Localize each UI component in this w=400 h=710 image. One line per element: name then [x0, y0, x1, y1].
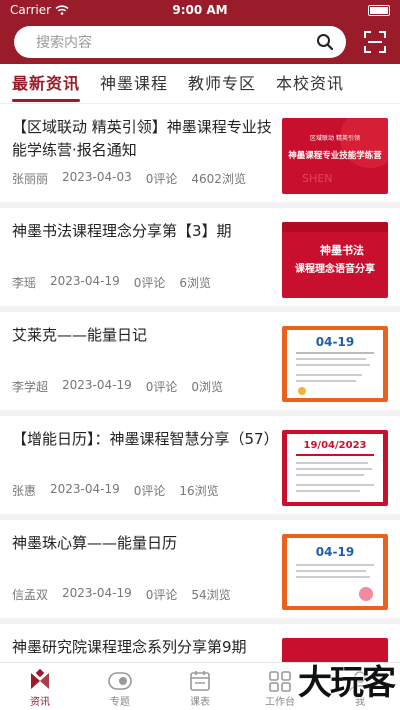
list-item[interactable]: 神墨珠心算——能量日历 信孟双 2023-04-19 0评论 54浏览 04-1…	[0, 520, 400, 624]
tabbar-label: 工作台	[265, 697, 295, 708]
article-comments: 0评论	[145, 172, 178, 186]
app-header: Carrier 9:00 AM 搜索内容	[0, 0, 400, 64]
tabbar-label: 课表	[190, 697, 210, 708]
tab-shenmo-courses[interactable]: 神墨课程	[100, 64, 168, 104]
article-date: 2023-04-19	[62, 586, 132, 600]
scan-button[interactable]	[346, 31, 386, 53]
tabbar-item-topic[interactable]: 专题	[80, 663, 160, 710]
thumbnail-image: 神墨书法 课程理念语音分享	[282, 222, 388, 298]
search-icon[interactable]	[316, 33, 334, 51]
tab-teacher-zone[interactable]: 教师专区	[188, 64, 256, 104]
tab-latest-news[interactable]: 最新资讯	[12, 64, 81, 104]
svg-text:19/04/2023: 19/04/2023	[304, 440, 367, 451]
svg-text:04-19: 04-19	[316, 335, 354, 349]
article-views: 54浏览	[191, 588, 231, 602]
thumbnail-image: 04-19	[282, 534, 388, 610]
article-thumbnail[interactable]: 神墨书法 课程理念语音分享	[282, 222, 388, 298]
article-meta: 李瑶 2023-04-19 0评论 6浏览	[12, 274, 211, 291]
article-author: 信孟双	[12, 588, 49, 602]
article-comments: 0评论	[133, 484, 166, 498]
article-views: 6浏览	[179, 276, 212, 290]
thumbnail-image: 区域联动 精英引领 神墨课程专业技能学练营 SHEN	[282, 118, 388, 194]
topic-icon	[108, 672, 132, 690]
article-author: 张丽丽	[12, 172, 49, 186]
article-title: 神墨珠心算——能量日历	[12, 534, 178, 552]
battery-icon	[368, 4, 390, 16]
article-date: 2023-04-19	[62, 378, 132, 392]
article-title: 【区域联动 精英引领】神墨课程专业技能学练营·报名通知	[12, 118, 272, 159]
article-list: 【区域联动 精英引领】神墨课程专业技能学练营·报名通知 张丽丽 2023-04-…	[0, 104, 400, 662]
watermark-logo: 大玩客	[298, 663, 396, 703]
article-thumbnail[interactable]: 区域联动 精英引领 神墨课程专业技能学练营 SHEN	[282, 118, 388, 194]
search-input[interactable]: 搜索内容	[14, 26, 346, 58]
article-date: 2023-04-03	[62, 170, 132, 184]
search-placeholder: 搜索内容	[36, 35, 92, 51]
list-item[interactable]: 神墨书法课程理念分享第【3】期 李瑶 2023-04-19 0评论 6浏览 神墨…	[0, 208, 400, 312]
list-item[interactable]: 艾莱克——能量日记 李学超 2023-04-19 0评论 0浏览 04-19	[0, 312, 400, 416]
search-row: 搜索内容	[0, 22, 400, 62]
svg-text:课程理念语音分享: 课程理念语音分享	[295, 262, 375, 275]
article-title: 【增能日历】：神墨课程智慧分享（57）	[12, 430, 274, 448]
tabbar-label: 专题	[110, 697, 130, 708]
article-title: 艾莱克——能量日记	[12, 326, 148, 344]
clock: 9:00 AM	[172, 3, 228, 17]
article-views: 4602浏览	[191, 172, 246, 186]
svg-text:区域联动 精英引领: 区域联动 精英引领	[310, 134, 360, 142]
tab-school-news[interactable]: 本校资讯	[276, 64, 344, 104]
article-thumbnail[interactable]: 19/04/2023	[282, 430, 388, 506]
news-icon	[31, 669, 49, 689]
article-comments: 0评论	[133, 276, 166, 290]
svg-text:04-19: 04-19	[316, 545, 354, 559]
article-thumbnail[interactable]: 04-19	[282, 326, 388, 402]
svg-text:神墨课程专业技能学练营: 神墨课程专业技能学练营	[288, 150, 382, 161]
article-thumbnail[interactable]: 04-19	[282, 534, 388, 610]
status-bar: Carrier 9:00 AM	[0, 0, 400, 20]
article-comments: 0评论	[145, 380, 178, 394]
article-author: 张惠	[12, 484, 37, 498]
scan-icon[interactable]	[364, 31, 386, 53]
article-date: 2023-04-19	[50, 274, 120, 288]
workbench-icon	[269, 671, 291, 692]
list-item[interactable]: 【增能日历】：神墨课程智慧分享（57） 张惠 2023-04-19 0评论 16…	[0, 416, 400, 520]
article-views: 16浏览	[179, 484, 219, 498]
article-title: 神墨研究院课程理念系列分享第9期	[12, 638, 247, 656]
article-views: 0浏览	[191, 380, 224, 394]
article-title: 神墨书法课程理念分享第【3】期	[12, 222, 232, 240]
article-date: 2023-04-19	[50, 482, 120, 496]
tabbar-item-news[interactable]: 资讯	[0, 663, 80, 710]
article-meta: 张丽丽 2023-04-03 0评论 4602浏览	[12, 170, 246, 187]
article-author: 李学超	[12, 380, 49, 394]
list-item[interactable]: 【区域联动 精英引领】神墨课程专业技能学练营·报名通知 张丽丽 2023-04-…	[0, 104, 400, 208]
tabbar-label: 资讯	[30, 697, 50, 708]
article-meta: 张惠 2023-04-19 0评论 16浏览	[12, 482, 219, 499]
svg-text:神墨书法: 神墨书法	[320, 243, 364, 257]
thumbnail-image: 19/04/2023	[282, 430, 388, 506]
thumbnail-image: 04-19	[282, 326, 388, 402]
calendar-icon	[190, 671, 210, 691]
tabbar-item-schedule[interactable]: 课表	[160, 663, 240, 710]
article-author: 李瑶	[12, 276, 37, 290]
article-comments: 0评论	[145, 588, 178, 602]
svg-text:SHEN: SHEN	[302, 172, 332, 185]
article-meta: 信孟双 2023-04-19 0评论 54浏览	[12, 586, 231, 603]
category-tabs: 最新资讯 神墨课程 教师专区 本校资讯	[0, 64, 400, 104]
article-meta: 李学超 2023-04-19 0评论 0浏览	[12, 378, 223, 395]
